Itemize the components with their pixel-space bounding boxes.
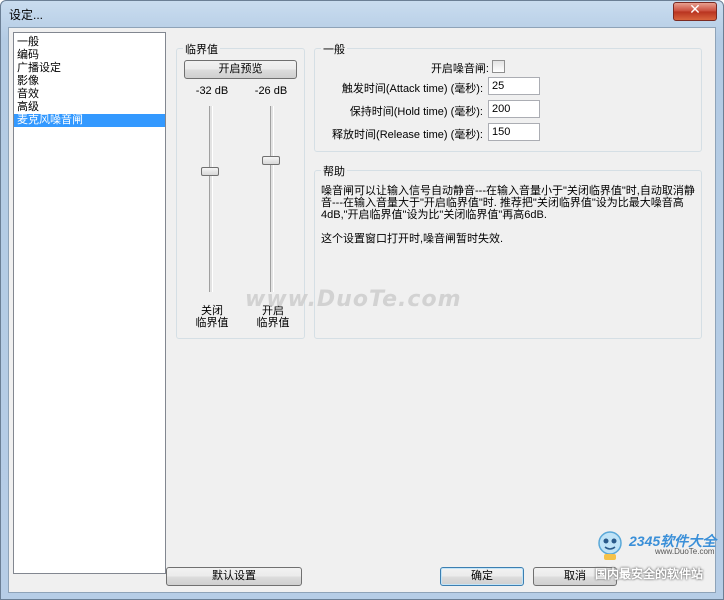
close-caption-line1: 关闭 xyxy=(201,305,223,317)
nav-item[interactable]: 广播设定 xyxy=(14,62,165,75)
nav-item[interactable]: 麦克风噪音闸 xyxy=(14,114,165,127)
mascot-icon xyxy=(598,531,622,560)
close-threshold-db: -32 dB xyxy=(195,85,229,97)
general-group-label: 一般 xyxy=(321,41,347,57)
release-time-input[interactable]: 150 xyxy=(488,123,540,141)
settings-window: 设定... ✕ 一般 编码 广播设定 影像 音效 高级 麦克风噪音闸 临界值 开启预览 -3… xyxy=(0,0,724,600)
threshold-group-label: 临界值 xyxy=(183,41,220,57)
corner-caption: 国内最安全的软件站 xyxy=(595,567,704,581)
nav-item[interactable]: 音效 xyxy=(14,88,165,101)
open-threshold-track xyxy=(270,106,274,292)
corner-watermark: 2345软件大全 www.DuoTe.com 国内最安全的软件站 xyxy=(585,527,723,593)
open-threshold-db: -26 dB xyxy=(254,85,288,97)
nav-item[interactable]: 影像 xyxy=(14,75,165,88)
help-group: 帮助 噪音闸可以让输入信号自动静音---在输入音量小于"关闭临界值"时,自动取消… xyxy=(314,163,702,339)
attack-time-input[interactable]: 25 xyxy=(488,77,540,95)
close-icon: ✕ xyxy=(689,2,701,18)
general-group: 一般 开启噪音闸: 触发时间(Attack time) (毫秒): 25 保持时… xyxy=(314,41,702,152)
default-settings-button[interactable]: 默认设置 xyxy=(166,567,302,586)
corner-url: www.DuoTe.com xyxy=(655,547,715,556)
hold-time-label: 保持时间(Hold time) (毫秒): xyxy=(349,106,483,118)
ok-button[interactable]: 确定 xyxy=(440,567,524,586)
release-time-label: 释放时间(Release time) (毫秒): xyxy=(332,129,483,141)
nav-item[interactable]: 高级 xyxy=(14,101,165,114)
open-caption-line2: 临界值 xyxy=(256,317,290,329)
close-threshold-track xyxy=(209,106,213,292)
help-text: 噪音闸可以让输入信号自动静音---在输入音量小于"关闭临界值"时,自动取消静音-… xyxy=(321,185,701,257)
close-threshold-slider[interactable] xyxy=(201,167,219,176)
title-bar[interactable]: 设定... ✕ xyxy=(1,1,723,27)
open-threshold-slider[interactable] xyxy=(262,156,280,165)
preview-button[interactable]: 开启预览 xyxy=(184,60,297,79)
help-paragraph-1: 噪音闸可以让输入信号自动静音---在输入音量小于"关闭临界值"时,自动取消静音-… xyxy=(321,185,695,221)
hold-time-input[interactable]: 200 xyxy=(488,100,540,118)
nav-item[interactable]: 编码 xyxy=(14,49,165,62)
enable-gate-checkbox[interactable] xyxy=(492,60,505,73)
close-button[interactable]: ✕ xyxy=(673,2,717,21)
close-caption-line2: 临界值 xyxy=(195,317,229,329)
watermark-text: www.DuoTe.com xyxy=(245,287,462,312)
enable-gate-label: 开启噪音闸: xyxy=(430,63,489,75)
settings-category-list[interactable]: 一般 编码 广播设定 影像 音效 高级 麦克风噪音闸 xyxy=(13,32,166,574)
close-threshold-caption: 关闭 临界值 xyxy=(187,305,237,329)
nav-item[interactable]: 一般 xyxy=(14,36,165,49)
attack-time-label: 触发时间(Attack time) (毫秒): xyxy=(341,83,483,95)
window-title: 设定... xyxy=(9,8,44,22)
help-paragraph-2: 这个设置窗口打开时,噪音闸暂时失效. xyxy=(321,233,504,245)
help-group-label: 帮助 xyxy=(321,163,347,179)
